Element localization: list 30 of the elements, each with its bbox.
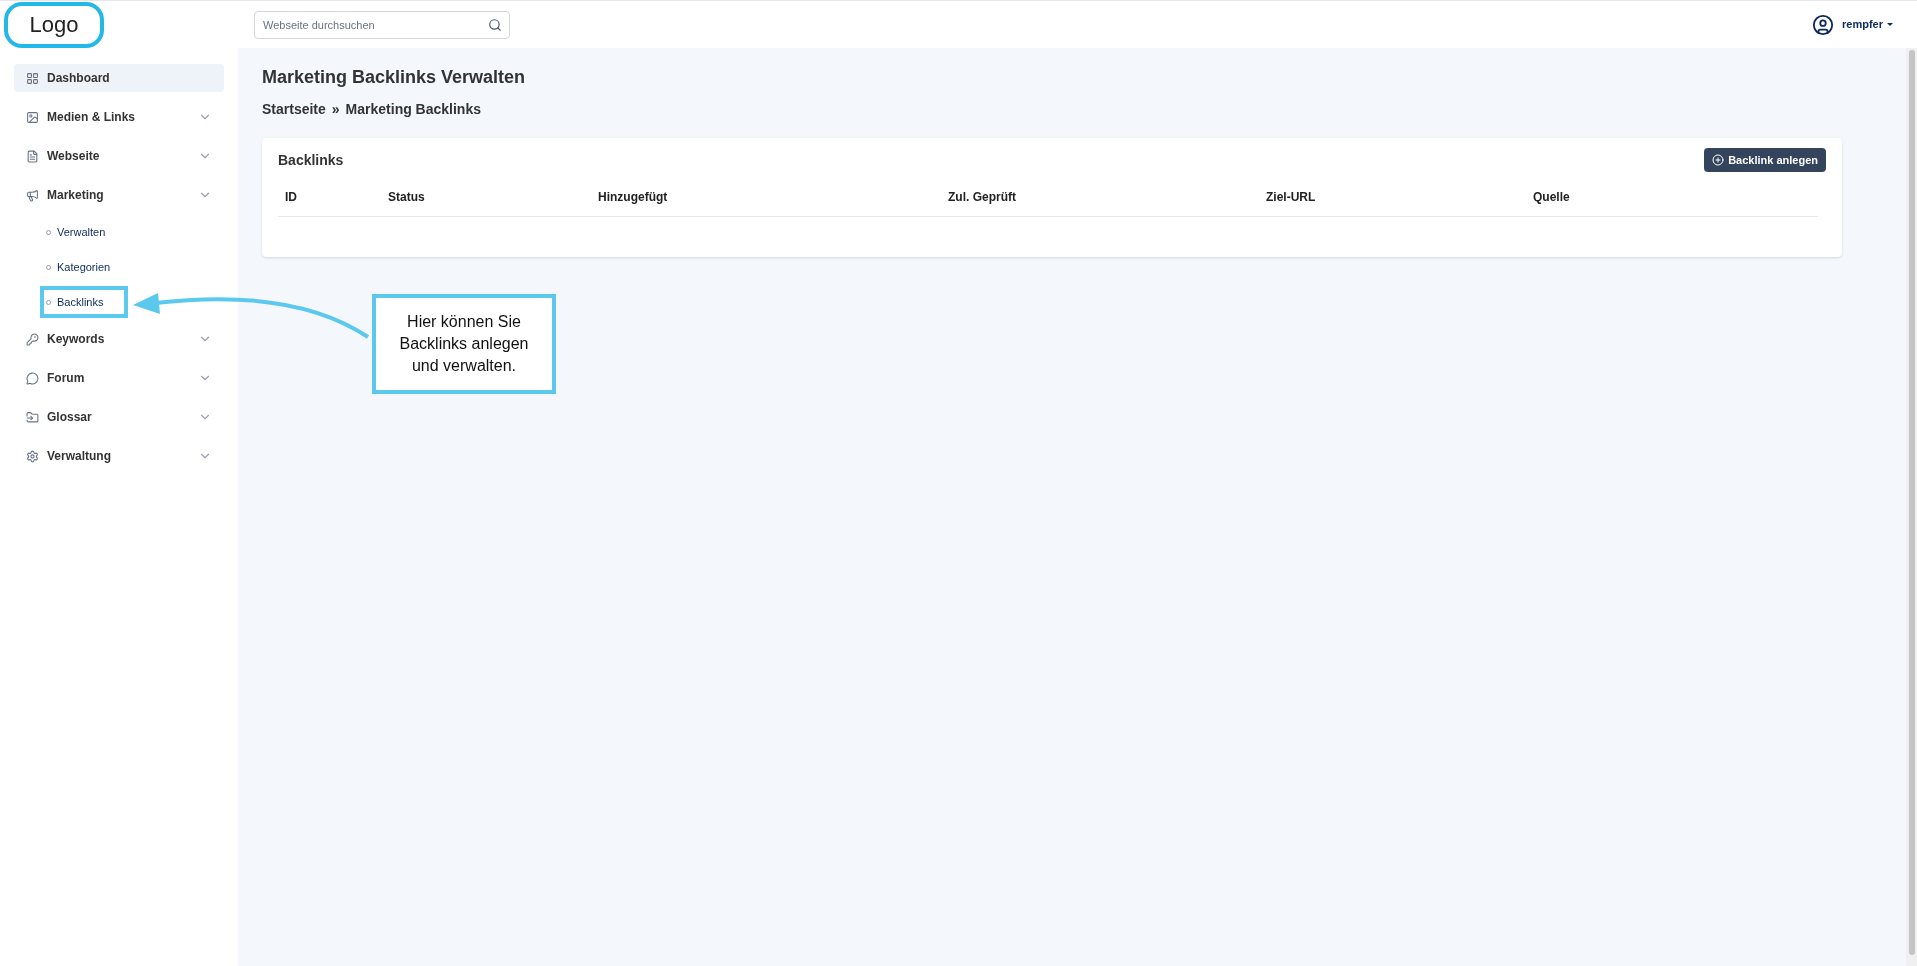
submenu-item[interactable]: Verwalten [40,216,112,248]
image-icon [26,110,39,124]
add-backlink-button[interactable]: Backlink anlegen [1704,148,1826,172]
document-icon [26,149,39,163]
breadcrumb-link[interactable]: Startseite [262,99,326,120]
breadcrumb-link[interactable]: Marketing Backlinks [345,99,481,120]
column-header: ID [285,190,297,204]
key-icon [26,332,39,346]
column-header: Quelle [1533,190,1570,204]
user-icon [1812,13,1835,36]
card-title: Backlinks [278,150,344,170]
sidebar-item[interactable]: Dashboard [14,64,224,92]
speech-bubble-icon [26,371,39,385]
breadcrumb-separator: » [331,100,340,119]
column-header: Ziel-URL [1266,190,1316,204]
megaphone-icon [26,188,39,202]
folder-icon [26,410,39,424]
page-title: Marketing Backlinks Verwalten [262,66,527,89]
callout-text: Hier können Sie Backlinks anlegen und verwalten. [398,312,530,376]
search-icon[interactable] [488,17,502,32]
search-field[interactable]: Webseite durchsuchen [254,10,510,39]
plus-icon [1712,154,1725,166]
gear-icon [26,449,39,463]
column-header: Zul. Geprüft [948,190,1016,204]
submenu-item[interactable]: Backlinks [40,286,128,318]
submenu-item[interactable]: Kategorien [40,251,117,283]
column-header: Hinzugefügt [598,190,668,204]
column-header: Status [388,190,425,204]
user-menu[interactable]: rempfer [1842,16,1893,33]
grid-icon [26,71,39,85]
